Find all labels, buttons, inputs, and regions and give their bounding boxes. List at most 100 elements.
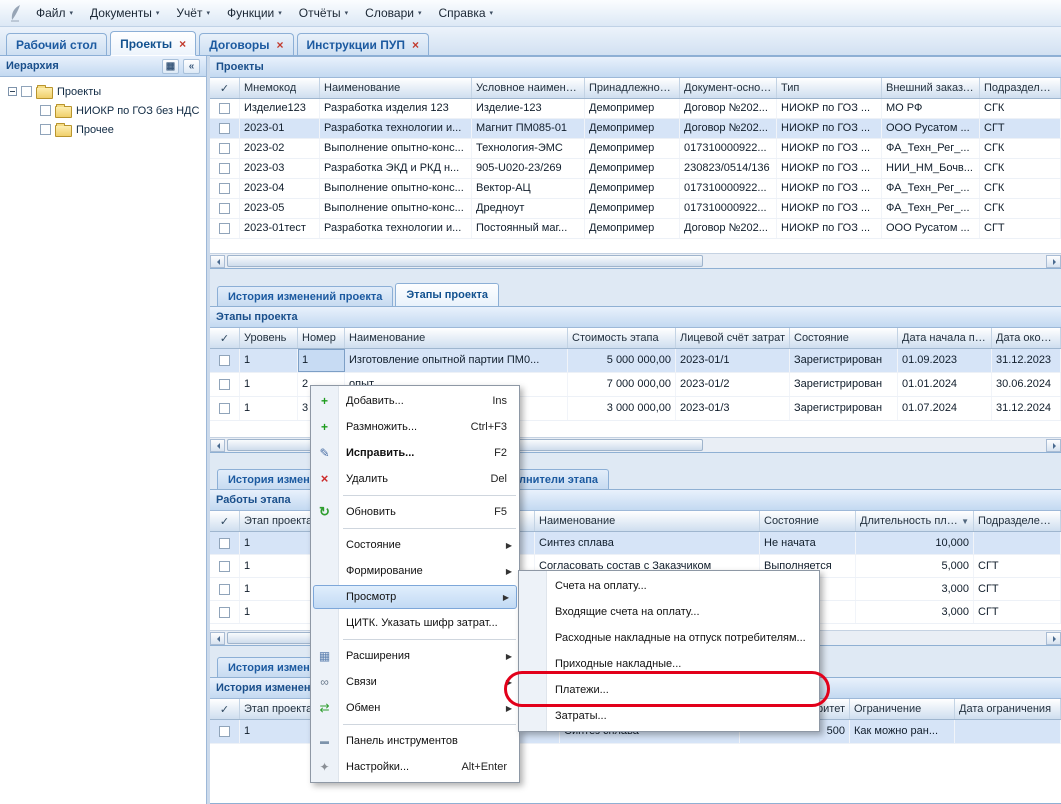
submenu-item[interactable]: Приходные накладные... — [519, 651, 819, 677]
column-header[interactable]: ✓ — [210, 511, 240, 531]
column-header[interactable]: Документ-основание — [680, 78, 777, 98]
table-row[interactable]: Изделие123Разработка изделия 123Изделие-… — [210, 99, 1061, 119]
column-header[interactable]: ✓ — [210, 699, 240, 719]
checkbox[interactable] — [219, 223, 230, 234]
table-row[interactable]: 2023-01тестРазработка технологии и...Пос… — [210, 219, 1061, 239]
table-row[interactable]: 2023-05Выполнение опытно-конс...Дредноут… — [210, 199, 1061, 219]
column-header[interactable]: Наименование — [345, 328, 568, 348]
close-tab-icon[interactable]: × — [179, 39, 186, 49]
menubar-item-4[interactable]: Функции▾ — [219, 2, 291, 24]
table-row[interactable]: 2023-02Выполнение опытно-конс...Технолог… — [210, 139, 1061, 159]
checkbox[interactable] — [219, 183, 230, 194]
tab-stages-2[interactable]: Этапы проекта — [395, 283, 499, 306]
context-menu-item[interactable]: +Размножить...Ctrl+F3 — [311, 414, 519, 440]
checkbox[interactable] — [219, 203, 230, 214]
checkbox[interactable] — [219, 584, 230, 595]
column-header[interactable]: Наименование — [535, 511, 760, 531]
main-tab-1[interactable]: Рабочий стол — [6, 33, 107, 55]
checkbox[interactable] — [219, 726, 230, 737]
checkbox[interactable] — [219, 355, 230, 366]
context-menu-item[interactable]: ✎Исправить...F2 — [311, 440, 519, 466]
close-tab-icon[interactable]: × — [277, 40, 284, 50]
context-menu-item[interactable]: ⇄Обмен▶ — [311, 695, 519, 721]
column-header[interactable]: Номер — [298, 328, 345, 348]
tree-item-root[interactable]: Проекты — [2, 82, 204, 101]
expander-icon[interactable] — [8, 87, 17, 96]
table-row[interactable]: 11Изготовление опытной партии ПМ0...5 00… — [210, 349, 1061, 373]
column-header[interactable]: Уровень — [240, 328, 298, 348]
filter-icon[interactable]: ▦ — [162, 59, 179, 74]
main-tab-3[interactable]: Договоры× — [199, 33, 293, 55]
checkbox[interactable] — [219, 163, 230, 174]
context-menu-item[interactable]: ↻ОбновитьF5 — [311, 499, 519, 525]
checkbox[interactable] — [219, 538, 230, 549]
menubar-item-3[interactable]: Учёт▾ — [168, 2, 219, 24]
column-header[interactable]: Принадлежность — [585, 78, 680, 98]
menubar-item-1[interactable]: Файл▾ — [28, 2, 82, 24]
column-header[interactable]: Дата ограничения — [955, 699, 1061, 719]
column-header[interactable]: Ограничение — [850, 699, 955, 719]
column-header[interactable]: Подразделение-исполнитель — [974, 511, 1061, 531]
checkbox[interactable] — [21, 86, 32, 97]
scroll-right-icon[interactable] — [1046, 255, 1061, 268]
scrollbar-thumb[interactable] — [227, 255, 703, 267]
submenu-item[interactable]: Счета на оплату... — [519, 573, 819, 599]
column-header[interactable]: Условное наименование — [472, 78, 585, 98]
checkbox[interactable] — [219, 561, 230, 572]
scroll-left-icon[interactable] — [210, 439, 225, 452]
scroll-right-icon[interactable] — [1046, 439, 1061, 452]
main-tab-4[interactable]: Инструкции ПУП× — [297, 33, 429, 55]
submenu-item[interactable]: Затраты... — [519, 703, 819, 729]
checkbox[interactable] — [219, 379, 230, 390]
tree-item-2[interactable]: Прочее — [2, 120, 204, 139]
context-menu-item[interactable]: ▦Расширения▶ — [311, 643, 519, 669]
context-menu-item[interactable]: Состояние▶ — [311, 532, 519, 558]
submenu-item[interactable]: Расходные накладные на отпуск потребител… — [519, 625, 819, 651]
checkbox[interactable] — [219, 123, 230, 134]
scroll-left-icon[interactable] — [210, 632, 225, 645]
column-header[interactable]: Длительность план▼ — [856, 511, 974, 531]
column-header[interactable]: Состояние — [790, 328, 898, 348]
checkbox[interactable] — [219, 607, 230, 618]
checkbox[interactable] — [219, 403, 230, 414]
column-header[interactable]: Наименование — [320, 78, 472, 98]
table-row[interactable]: 2023-01Разработка технологии и...Магнит … — [210, 119, 1061, 139]
checkbox[interactable] — [40, 105, 51, 116]
submenu-item[interactable]: Платежи... — [519, 677, 819, 703]
context-menu-item[interactable]: +Добавить...Ins — [311, 388, 519, 414]
scroll-right-icon[interactable] — [1046, 632, 1061, 645]
context-menu-item[interactable]: ×УдалитьDel — [311, 466, 519, 492]
checkbox[interactable] — [219, 143, 230, 154]
column-header[interactable]: ✓ — [210, 328, 240, 348]
context-menu-item[interactable]: ∞Связи▶ — [311, 669, 519, 695]
table-row[interactable]: 2023-03Разработка ЭКД и РКД н...905-U020… — [210, 159, 1061, 179]
context-menu-item[interactable]: Формирование▶ — [311, 558, 519, 584]
tree-item-1[interactable]: НИОКР по ГОЗ без НДС — [2, 101, 204, 120]
horizontal-scrollbar[interactable] — [210, 253, 1061, 268]
tab-stages-1[interactable]: История изменений проекта — [217, 286, 393, 306]
menubar-item-7[interactable]: Справка▾ — [430, 2, 502, 24]
main-tab-2[interactable]: Проекты× — [110, 31, 196, 56]
checkbox[interactable] — [219, 103, 230, 114]
submenu-item[interactable]: Входящие счета на оплату... — [519, 599, 819, 625]
context-menu-item[interactable]: Просмотр▶ — [313, 585, 517, 609]
column-header[interactable]: Дата начала план — [898, 328, 992, 348]
close-tab-icon[interactable]: × — [412, 40, 419, 50]
collapse-sidebar-icon[interactable]: « — [183, 59, 200, 74]
context-menu-item[interactable]: ЦИТК. Указать шифр затрат... — [311, 610, 519, 636]
column-header[interactable]: Мнемокод — [240, 78, 320, 98]
checkbox[interactable] — [40, 124, 51, 135]
scroll-left-icon[interactable] — [210, 255, 225, 268]
column-header[interactable]: Состояние — [760, 511, 856, 531]
context-menu-item[interactable]: ▬Панель инструментов — [311, 728, 519, 754]
menubar-item-5[interactable]: Отчёты▾ — [291, 2, 357, 24]
scrollbar-track[interactable] — [225, 255, 1046, 268]
menubar-item-6[interactable]: Словари▾ — [357, 2, 430, 24]
table-row[interactable]: 2023-04Выполнение опытно-конс...Вектор-А… — [210, 179, 1061, 199]
column-header[interactable]: ✓ — [210, 78, 240, 98]
column-header[interactable]: Стоимость этапа — [568, 328, 676, 348]
column-header[interactable]: Внешний заказчик — [882, 78, 980, 98]
column-header[interactable]: Подразделение — [980, 78, 1061, 98]
context-menu-item[interactable]: ✦Настройки...Alt+Enter — [311, 754, 519, 780]
column-header[interactable]: Дата окончания — [992, 328, 1061, 348]
